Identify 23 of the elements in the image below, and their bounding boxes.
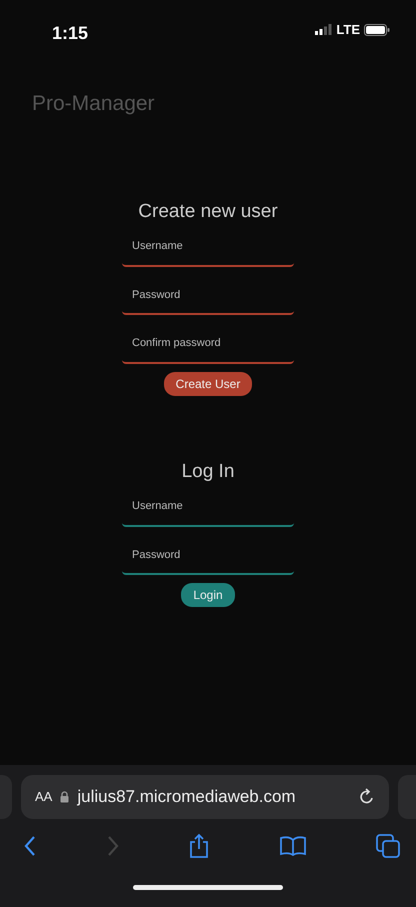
url-text: julius87.micromediaweb.com [77, 786, 297, 808]
input-field[interactable]: Username [122, 232, 294, 266]
reload-icon[interactable] [359, 788, 375, 806]
form-title: Log In [182, 460, 234, 484]
book-icon[interactable] [280, 836, 306, 856]
app-title: Pro-Manager [32, 91, 156, 117]
login-button[interactable]: Login [181, 583, 235, 607]
lock-icon [60, 791, 70, 803]
back-icon[interactable] [24, 835, 36, 857]
share-icon[interactable] [189, 833, 209, 859]
create-user-button[interactable]: Create User [164, 372, 252, 396]
battery-icon [364, 24, 390, 36]
form-title: Create new user [138, 200, 278, 224]
input-field[interactable]: Confirm password [122, 329, 294, 364]
signal-icon [315, 24, 332, 36]
clock-text: 1:15 [52, 22, 88, 45]
input-field[interactable]: Username [122, 492, 294, 526]
input-field[interactable]: Password [122, 540, 294, 575]
tabs-icon[interactable] [376, 834, 400, 858]
input-field[interactable]: Password [122, 280, 294, 315]
network-text: LTE [336, 21, 360, 39]
address-bar[interactable]: AA julius87.micromediaweb.com [21, 775, 389, 819]
text-size-button[interactable]: AA [35, 787, 52, 807]
